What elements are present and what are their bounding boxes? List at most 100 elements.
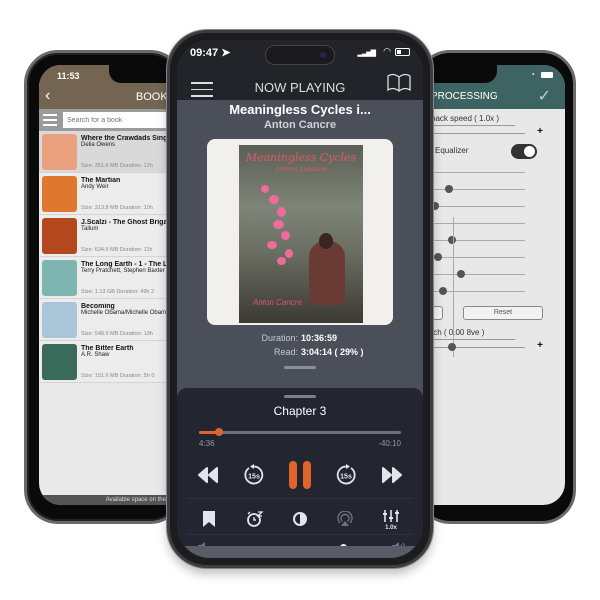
drag-handle[interactable] (284, 366, 316, 369)
book-meta: Size: 313.8 MB Duration: 10h (81, 205, 153, 211)
eq-band-slider[interactable] (417, 215, 525, 232)
speed-plus-button[interactable]: + (537, 126, 543, 137)
sliders-speed-icon: 1.0x (383, 510, 399, 530)
elapsed-time: 4:36 (199, 439, 215, 448)
eq-band-slider[interactable] (417, 249, 525, 266)
book-author: Anton Cancre (263, 119, 337, 131)
skip-forward-button[interactable]: 15s (333, 458, 359, 492)
equalizer-row: Equalizer (417, 140, 565, 164)
dynamic-island (265, 45, 335, 65)
equalizer-bands (417, 164, 565, 300)
playback-controls: 15s 15s (177, 458, 423, 492)
eq-band-slider[interactable] (417, 266, 525, 283)
book-meta: Size: 1.13 GB Duration: 49h 2 (81, 289, 155, 295)
eq-center-line (453, 217, 454, 357)
svg-text:15s: 15s (340, 474, 352, 481)
previous-chapter-button[interactable] (195, 458, 221, 492)
book-stats: Duration: 10:36:59 Read: 3:04:14 ( 29% ) (177, 333, 423, 357)
cover-subtitle: A Horror Chapbook (275, 167, 327, 173)
app-showcase: 11:53 ‹ BOOKS Where the Crawdads SingDel… (0, 0, 600, 600)
bookmark-icon (203, 511, 215, 527)
library-book-icon[interactable] (387, 73, 411, 93)
left-phone: 11:53 ‹ BOOKS Where the Crawdads SingDel… (24, 50, 189, 524)
book-meta: Size: 351.6 MB Duration: 12h (81, 163, 153, 169)
panel-drag-handle[interactable] (284, 395, 316, 398)
eq-band-knob[interactable] (445, 185, 454, 193)
pitch-label: tch ( 0.00 8ve ) (431, 328, 485, 337)
cover-title: Meaningless Cycles (245, 151, 357, 164)
skip-back-button[interactable]: 15s (241, 458, 267, 492)
theme-button[interactable] (288, 506, 312, 532)
wifi-icon: ◔ (530, 70, 535, 79)
cover-image: Meaningless Cycles A Horror Chapbook Ant… (239, 145, 363, 323)
status-time: 11:53 (57, 71, 80, 81)
equalizer-toggle[interactable] (511, 144, 537, 159)
sleep-timer-button[interactable] (243, 506, 267, 532)
processing-screen: ◔ PROCESSING ✓ back speed ( 1.0x ) + Equ… (417, 65, 565, 505)
fast-forward-icon (382, 467, 402, 483)
eq-band-slider[interactable] (417, 164, 525, 181)
next-chapter-button[interactable] (379, 458, 405, 492)
pitch-slider[interactable] (417, 340, 525, 354)
progress-knob[interactable] (215, 428, 224, 436)
contrast-icon (293, 512, 307, 526)
playback-speed-slider[interactable] (417, 126, 525, 140)
menu-icon[interactable] (43, 114, 57, 129)
battery-icon (541, 72, 553, 78)
svg-text:1.0x: 1.0x (385, 525, 397, 530)
skip-forward-15-icon: 15s (336, 464, 356, 485)
signal-icon: ▂▃▅▇ (357, 50, 376, 57)
audio-settings-button[interactable]: 1.0x (379, 506, 403, 532)
eq-band-slider[interactable] (417, 232, 525, 249)
player-tools: 1.0x (177, 506, 423, 532)
book-meta: Size: 634.6 MB Duration: 11h (81, 247, 153, 253)
eq-band-knob[interactable] (456, 270, 465, 278)
book-cover (42, 134, 77, 170)
wifi-icon: ◠ (383, 46, 391, 56)
center-phone: 09:47 ➤ ▂▃▅▇ ◠ NOW PLAYING Meaningless C… (167, 30, 433, 568)
read-label: Read: (273, 347, 298, 357)
eq-band-slider[interactable] (417, 181, 525, 198)
chapter-progress-bar[interactable] (199, 428, 401, 436)
battery-icon (395, 48, 410, 56)
book-cover (42, 218, 77, 254)
eq-band-slider[interactable] (417, 283, 525, 300)
bookmark-button[interactable] (197, 506, 221, 532)
home-indicator-area (177, 546, 423, 558)
eq-buttons: Reset (417, 304, 565, 326)
book-title: Meaningless Cycles i... (229, 102, 371, 117)
book-meta: Size: 151.6 MB Duration: 5h 0 (81, 373, 155, 379)
now-playing-screen: 09:47 ➤ ▂▃▅▇ ◠ NOW PLAYING Meaningless C… (177, 40, 423, 558)
book-meta: Size: 548.9 MB Duration: 19h (81, 331, 153, 337)
book-cover (42, 260, 77, 296)
airplay-button[interactable] (333, 506, 357, 532)
alarm-clock-icon (247, 511, 264, 527)
eq-band-slider[interactable] (417, 198, 525, 215)
reset-button[interactable]: Reset (463, 306, 543, 320)
cover-author: Anton Cancre (253, 298, 302, 307)
duration-value: 10:36:59 (301, 333, 338, 343)
pause-button[interactable] (285, 458, 315, 492)
right-phone: ◔ PROCESSING ✓ back speed ( 1.0x ) + Equ… (416, 50, 576, 524)
back-chevron-icon[interactable]: ‹ (45, 87, 50, 105)
book-cover (42, 302, 77, 338)
status-bar: ◔ (417, 65, 565, 85)
chapter-title[interactable]: Chapter 3 (177, 404, 423, 418)
pitch-plus-button[interactable]: + (537, 340, 543, 351)
confirm-check-icon[interactable]: ✓ (538, 86, 551, 106)
equalizer-label: Equalizer (435, 146, 469, 155)
eq-band-knob[interactable] (434, 253, 443, 261)
eq-band-knob[interactable] (438, 287, 447, 295)
pitch-slider-knob[interactable] (448, 343, 457, 351)
cover-art[interactable]: Meaningless Cycles A Horror Chapbook Ant… (207, 139, 393, 325)
remaining-time: -40:10 (378, 439, 401, 448)
cover-figure (309, 241, 345, 305)
processing-title: PROCESSING (431, 91, 498, 102)
divider (187, 534, 413, 535)
top-bar: 09:47 ➤ ▂▃▅▇ ◠ NOW PLAYING (177, 40, 423, 100)
player-panel: Chapter 3 4:36 -40:10 15s 15s 1.0x (177, 388, 423, 558)
duration-label: Duration: (261, 333, 298, 343)
playback-speed-label: back speed ( 1.0x ) (431, 114, 500, 123)
pause-icon (289, 461, 311, 489)
read-value: 3:04:14 ( 29% ) (301, 347, 364, 357)
